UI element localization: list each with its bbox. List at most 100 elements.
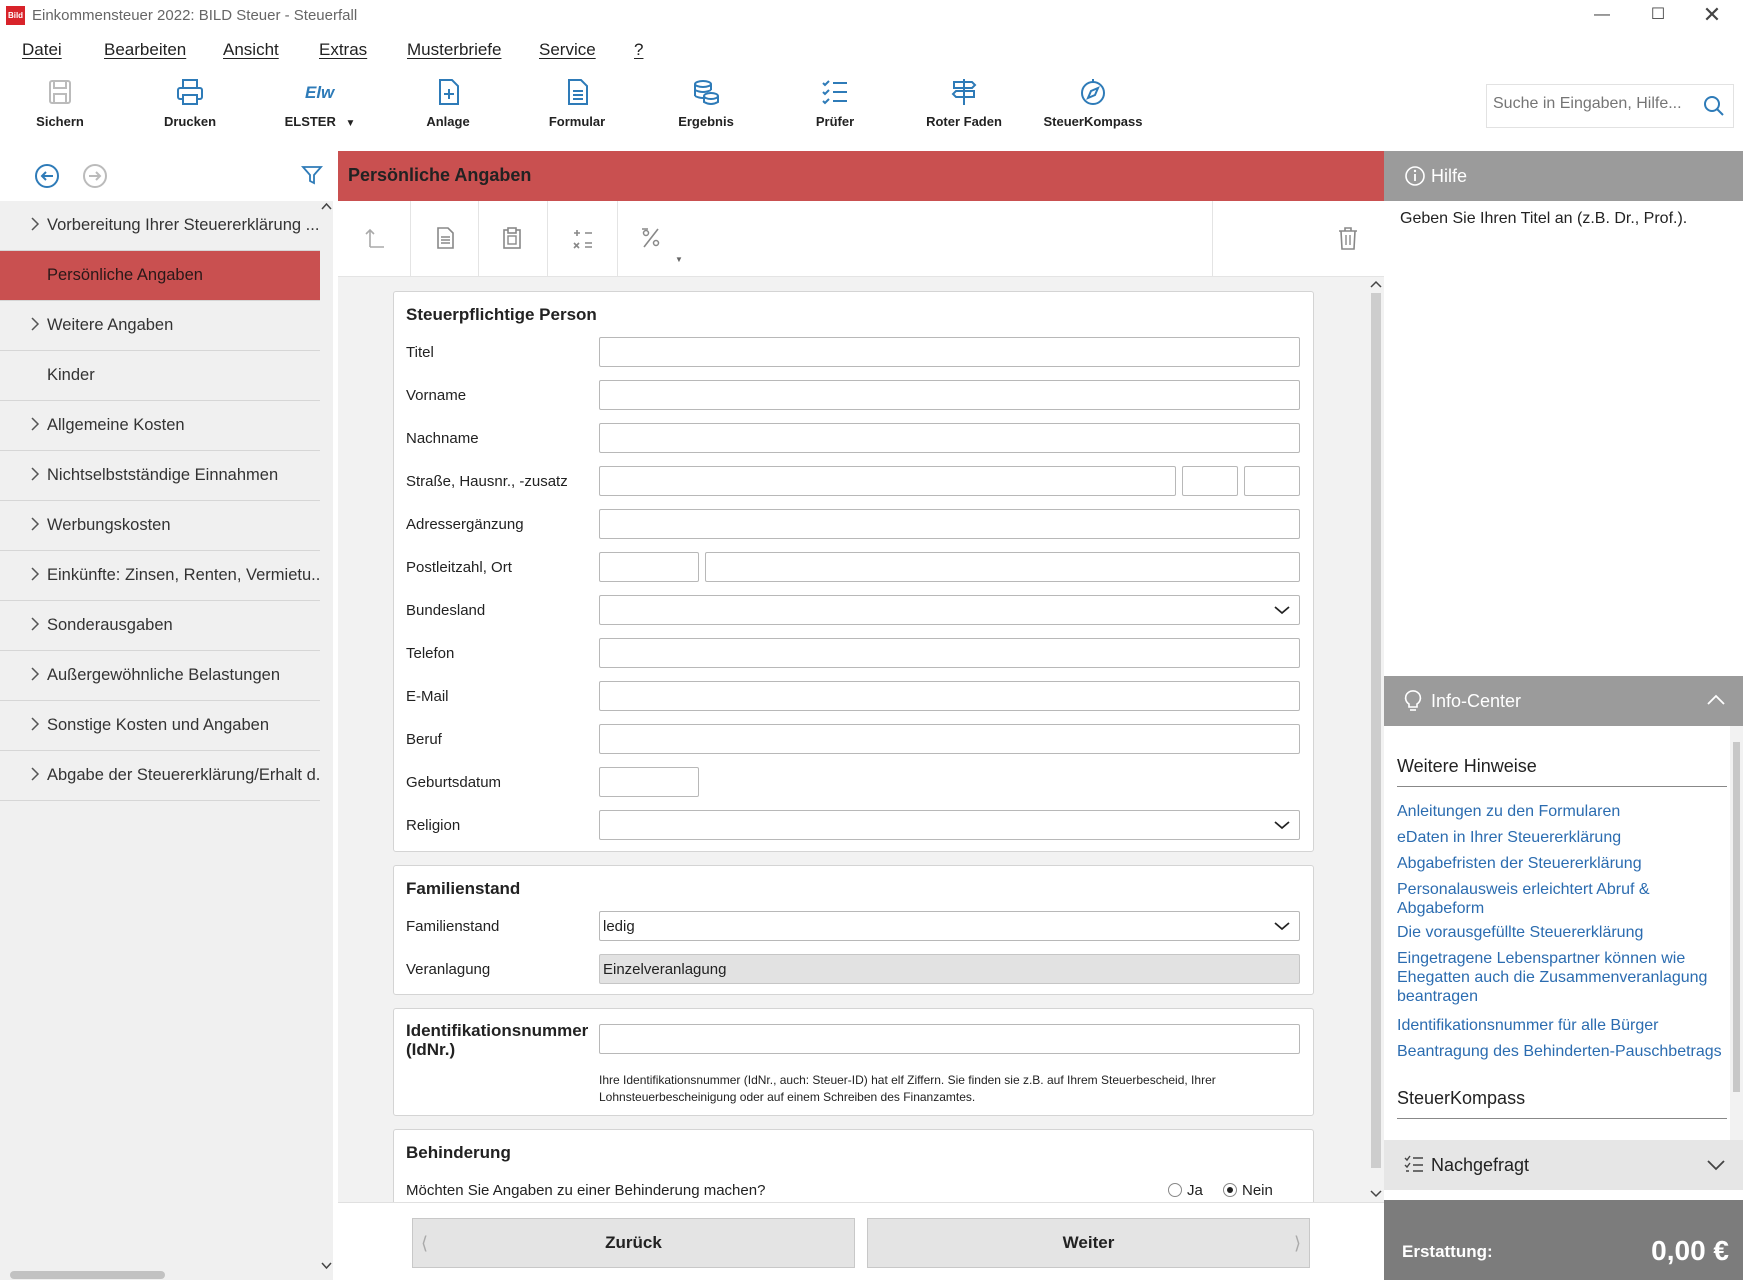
search-icon[interactable] (1703, 95, 1725, 117)
sidebar-item-nichtselbststaendige-einnahmen[interactable]: Nichtselbstständige Einnahmen (0, 451, 320, 501)
search-input[interactable] (1493, 95, 1693, 113)
beruf-field[interactable] (599, 724, 1300, 754)
info-link-identifikationsnummer[interactable]: Identifikationsnummer für alle Bürger (1397, 1016, 1727, 1035)
idnr-field[interactable] (599, 1024, 1300, 1054)
sidebar-item-kinder[interactable]: Kinder (0, 351, 320, 401)
menu-service[interactable]: Service (539, 40, 596, 60)
strasse-field[interactable] (599, 466, 1176, 496)
info-link-abgabefristen[interactable]: Abgabefristen der Steuererklärung (1397, 854, 1727, 873)
sidebar-item-label: Weitere Angaben (47, 316, 174, 334)
menu-bearbeiten[interactable]: Bearbeiten (104, 40, 186, 60)
info-link-anleitungen[interactable]: Anleitungen zu den Formularen (1397, 802, 1727, 821)
chevron-up-icon[interactable] (1706, 694, 1726, 706)
email-field[interactable] (599, 681, 1300, 711)
formular-button[interactable]: Formular (517, 76, 637, 138)
sidebar-item-label: Außergewöhnliche Belastungen (47, 666, 280, 684)
info-center-scrollbar[interactable] (1730, 726, 1743, 1140)
familienstand-select[interactable]: ledig (599, 911, 1300, 941)
sidebar-item-werbungskosten[interactable]: Werbungskosten (0, 501, 320, 551)
sidebar-item-label: Kinder (47, 366, 95, 384)
menu-ansicht[interactable]: Ansicht (223, 40, 279, 60)
sidebar-scrollbar[interactable] (320, 201, 333, 1280)
trash-icon[interactable] (1336, 225, 1360, 251)
info-link-edaten[interactable]: eDaten in Ihrer Steuererklärung (1397, 828, 1727, 847)
next-button[interactable]: Weiter ⟩ (867, 1218, 1310, 1268)
roter-faden-button[interactable]: Roter Faden (904, 76, 1024, 138)
vorname-field[interactable] (599, 380, 1300, 410)
nachname-field[interactable] (599, 423, 1300, 453)
pruefer-button[interactable]: Prüfer (775, 76, 895, 138)
chevron-down-icon[interactable] (1370, 1189, 1382, 1199)
menu-help[interactable]: ? (634, 40, 643, 60)
postleitzahl-field[interactable] (599, 552, 699, 582)
telefon-field[interactable] (599, 638, 1300, 668)
radio-ja[interactable] (1168, 1183, 1182, 1197)
menu-extras[interactable]: Extras (319, 40, 367, 60)
titel-field[interactable] (599, 337, 1300, 367)
calculator-icon[interactable] (570, 225, 596, 251)
sidebar-item-vorbereitung[interactable]: Vorbereitung Ihrer Steuererklärung ... (0, 201, 320, 251)
anlage-button[interactable]: Anlage (388, 76, 508, 138)
sidebar-item-abgabe[interactable]: Abgabe der Steuererklärung/Erhalt d... (0, 751, 320, 801)
nachgefragt-header[interactable]: Nachgefragt (1384, 1140, 1743, 1190)
help-panel-header[interactable]: Hilfe (1384, 151, 1743, 201)
form-scrollbar[interactable] (1368, 277, 1384, 1202)
toolbar-separator (1212, 201, 1213, 277)
adressergaenzung-field[interactable] (599, 509, 1300, 539)
printer-icon (177, 79, 203, 105)
chevron-down-icon[interactable] (1706, 1159, 1726, 1171)
forward-arrow-icon[interactable] (82, 163, 108, 189)
sidebar-item-aussergewoehnliche-belastungen[interactable]: Außergewöhnliche Belastungen (0, 651, 320, 701)
sidebar-item-allgemeine-kosten[interactable]: Allgemeine Kosten (0, 401, 320, 451)
ort-field[interactable] (705, 552, 1300, 582)
sidebar-item-einkuenfte[interactable]: Einkünfte: Zinsen, Renten, Vermietu... (0, 551, 320, 601)
elster-label: ELSTER ▼ (284, 114, 356, 129)
info-link-behinderten-pauschbetrag[interactable]: Beantragung des Behinderten-Pauschbetrag… (1397, 1042, 1727, 1061)
elster-button[interactable]: Elw ELSTER ▼ (260, 76, 380, 138)
info-center-header[interactable]: Info-Center (1384, 676, 1743, 726)
back-button[interactable]: ⟨ Zurück (412, 1218, 855, 1268)
sidebar-item-label: Allgemeine Kosten (47, 416, 185, 434)
filter-icon[interactable] (301, 164, 323, 186)
sidebar-item-sonderausgaben[interactable]: Sonderausgaben (0, 601, 320, 651)
menu-musterbriefe[interactable]: Musterbriefe (407, 40, 501, 60)
bundesland-select[interactable] (599, 595, 1300, 625)
chevron-down-icon[interactable] (321, 1261, 332, 1271)
search-box[interactable] (1486, 84, 1734, 128)
scrollbar-thumb[interactable] (1371, 293, 1381, 1168)
geburtsdatum-field[interactable] (599, 767, 699, 797)
back-arrow-icon[interactable] (34, 163, 60, 189)
info-link-personalausweis[interactable]: Personalausweis erleichtert Abruf & Abgab… (1397, 880, 1727, 918)
sidebar-item-label: Persönliche Angaben (47, 266, 203, 284)
info-link-lebenspartner[interactable]: Eingetragene Lebenspartner können wie Ehe… (1397, 949, 1727, 1006)
sidebar-item-persoenliche-angaben[interactable]: Persönliche Angaben (0, 251, 320, 301)
level-up-icon[interactable] (362, 225, 388, 251)
info-link-vorausgefuellte[interactable]: Die vorausgefüllte Steuererklärung (1397, 923, 1727, 942)
sidebar-item-weitere-angaben[interactable]: Weitere Angaben (0, 301, 320, 351)
save-button[interactable]: Sichern (0, 76, 120, 138)
sidebar-item-sonstige-kosten[interactable]: Sonstige Kosten und Angaben (0, 701, 320, 751)
religion-select[interactable] (599, 810, 1300, 840)
sidebar-item-label: Nichtselbstständige Einnahmen (47, 466, 279, 484)
chevron-right-icon (31, 667, 40, 681)
minimize-button[interactable]: — (1576, 0, 1628, 32)
percent-icon[interactable] (638, 225, 664, 251)
radio-nein[interactable] (1223, 1183, 1237, 1197)
menu-datei[interactable]: Datei (22, 40, 62, 60)
chevron-up-icon[interactable] (321, 201, 332, 211)
scrollbar-thumb[interactable] (10, 1271, 165, 1279)
hausnummer-field[interactable] (1182, 466, 1238, 496)
hausnummer-zusatz-field[interactable] (1244, 466, 1300, 496)
ergebnis-button[interactable]: Ergebnis (646, 76, 766, 138)
close-button[interactable]: ✕ (1686, 0, 1738, 32)
chevron-down-icon (1274, 606, 1290, 615)
maximize-button[interactable]: ☐ (1632, 0, 1684, 32)
chevron-up-icon[interactable] (1370, 279, 1382, 289)
copy-document-icon[interactable] (432, 225, 458, 251)
print-button[interactable]: Drucken (130, 76, 250, 138)
steuerkompass-button[interactable]: SteuerKompass (1033, 76, 1153, 138)
dropdown-arrow-icon[interactable]: ▼ (675, 255, 683, 264)
paste-icon[interactable] (499, 225, 525, 251)
scrollbar-thumb[interactable] (1733, 742, 1740, 1092)
sidebar-horizontal-scrollbar[interactable] (0, 1268, 320, 1280)
